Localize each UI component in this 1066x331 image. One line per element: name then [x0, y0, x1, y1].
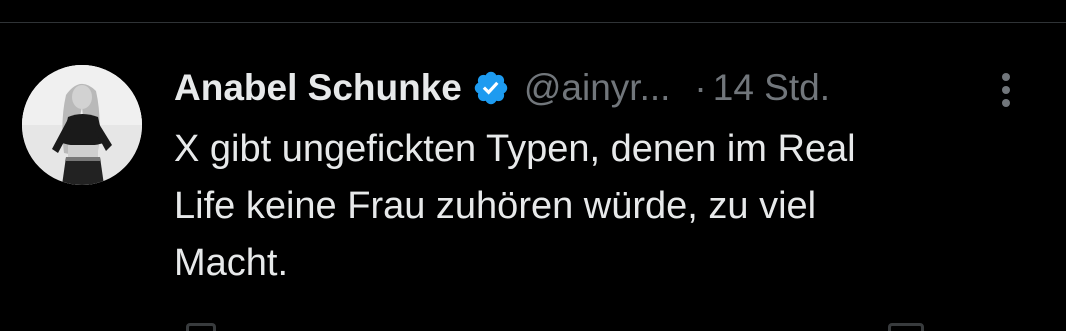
tweet-text-line: X gibt ungefickten Typen, denen im Real — [174, 128, 856, 170]
vertical-ellipsis-icon — [1002, 73, 1010, 107]
avatar[interactable] — [22, 65, 142, 185]
author-handle[interactable]: @ainyr... — [524, 67, 671, 109]
bookmark-icon[interactable] — [888, 323, 924, 331]
reply-icon[interactable] — [186, 323, 216, 331]
author-display-name[interactable]: Anabel Schunke — [174, 67, 462, 109]
separator-dot: · — [694, 67, 707, 108]
tweet-text-line: Macht. — [174, 242, 289, 284]
avatar-photo-icon — [22, 65, 142, 185]
tweet-text-line: Life keine Frau zuhören würde, zu viel — [174, 185, 817, 227]
more-options-button[interactable] — [988, 67, 1024, 113]
tweet-header: Anabel Schunke @ainyr... · 14 Std. — [174, 63, 1034, 113]
tweet-card[interactable]: Anabel Schunke @ainyr... · 14 Std. X gib… — [0, 23, 1066, 331]
timestamp-link[interactable]: 14 Std. — [713, 67, 830, 109]
verified-badge-icon[interactable] — [472, 69, 510, 107]
tweet-text: X gibt ungefickten Typen, denen im Real … — [174, 121, 1034, 292]
